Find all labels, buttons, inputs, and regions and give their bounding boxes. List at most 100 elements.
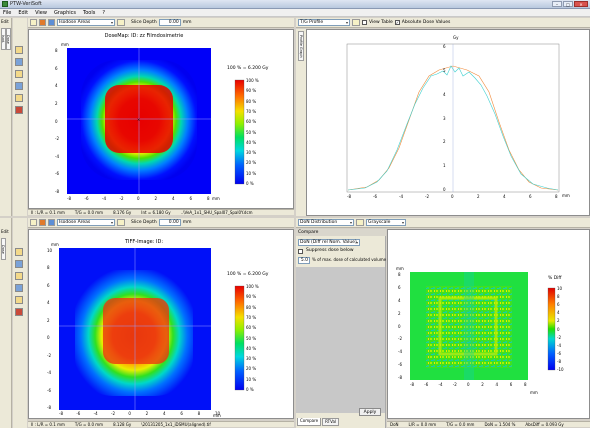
slice-depth-label-bottom: Slice Depth xyxy=(131,219,157,225)
display-mode-select[interactable]: Isodose Areas xyxy=(57,19,115,26)
tiff-colorbar-label: 100 % xyxy=(246,284,259,289)
tab-dose[interactable]: Dose xyxy=(6,28,11,50)
absolute-dose-checkbox[interactable] xyxy=(394,20,400,25)
import-bottom-icon[interactable] xyxy=(39,219,46,226)
tiff-status-dose: 8.128 Gy xyxy=(113,422,132,427)
edit-label-top: Edit xyxy=(1,19,9,24)
diff-colorbar-label: -8 xyxy=(557,358,561,364)
slice-depth-input-bottom[interactable]: 0.00 xyxy=(158,219,181,226)
profile-tool-icon[interactable] xyxy=(15,70,23,78)
diff-y-ticks: 8 6 4 2 0 -2 -4 -6 -8 xyxy=(398,272,408,380)
profile-y-unit: Gy xyxy=(453,35,459,40)
compare-tabs: Compare RTVal xyxy=(297,418,340,426)
menu-file[interactable]: File xyxy=(3,9,11,16)
diff-status-tg: T/G = 0.0 mm xyxy=(446,422,475,427)
profile-x-tick-label: 0 xyxy=(451,194,454,199)
diff-y-tick-label: -4 xyxy=(398,349,402,355)
compare-header: Compare xyxy=(296,229,386,236)
diff-x-tick-label: -2 xyxy=(452,382,457,387)
y-tick-label: -4 xyxy=(55,153,59,159)
menu-graphics[interactable]: Graphics xyxy=(54,9,76,16)
tab-rtval[interactable]: RTVal xyxy=(322,418,340,426)
edit-tool-bottom-icon[interactable] xyxy=(15,296,23,304)
align-tool-bottom-icon[interactable] xyxy=(15,284,23,292)
view-table-checkbox[interactable] xyxy=(362,20,367,25)
colorscale-select[interactable]: Grayscale xyxy=(366,219,406,226)
menu-view[interactable]: View xyxy=(35,9,47,16)
edit-tool-icon[interactable] xyxy=(15,94,23,102)
diff-colorbar-label: 2 xyxy=(557,318,560,324)
open-icon[interactable] xyxy=(30,19,37,26)
top-left-status: Il : L/R = 0.1 mm T/G = 0.0 mm 8.176 Gy … xyxy=(28,209,294,215)
tiff-y-ticks: 10 8 6 4 2 0 -2 -4 -6 -8 xyxy=(47,248,57,410)
maximize-button[interactable]: □ xyxy=(563,1,573,7)
profile-y-tick-label: 4 xyxy=(443,91,446,97)
colorbar-label: 20 % xyxy=(246,160,257,166)
status-resolution: Il : L/R = 0.1 mm xyxy=(31,210,65,215)
compare-settings-icon[interactable] xyxy=(356,219,364,226)
settings-icon[interactable] xyxy=(117,19,125,26)
suppress-checkbox[interactable] xyxy=(298,249,303,254)
close-button[interactable]: ✕ xyxy=(574,1,588,7)
tiff-colorbar-label: 40 % xyxy=(246,345,257,351)
profile-tool-bottom-icon[interactable] xyxy=(15,272,23,280)
profile-mode-select[interactable]: T/G Profile xyxy=(298,19,350,26)
save-bottom-icon[interactable] xyxy=(48,219,55,226)
minimize-button[interactable]: – xyxy=(552,1,562,7)
menu-tools[interactable]: Tools xyxy=(83,9,95,16)
suppress-value-input[interactable]: 5.0 xyxy=(298,257,310,264)
title-bar: PTW-VeriSoft – □ ✕ xyxy=(0,0,590,9)
tiff-x-tick-label: 2 xyxy=(145,411,149,416)
zoom-tool-icon[interactable] xyxy=(15,46,23,54)
profile-y-tick-label: 6 xyxy=(443,44,446,49)
zoom-tool-bottom-icon[interactable] xyxy=(15,248,23,256)
menu-edit[interactable]: Edit xyxy=(18,9,28,16)
x-tick-label: 2 xyxy=(154,196,158,201)
distribution-select[interactable]: DoN (Diff rel Nom. Value) xyxy=(298,239,360,246)
x-axis-unit: mm xyxy=(212,196,220,201)
measure-tool-icon[interactable] xyxy=(15,58,23,66)
diff-x-tick-label: -4 xyxy=(438,382,443,387)
slice-depth-input[interactable]: 0.00 xyxy=(158,19,181,26)
diff-y-tick-label: -8 xyxy=(398,375,402,380)
y-tick-label: -2 xyxy=(55,136,59,142)
absolute-dose-label: Absolute Dose Values xyxy=(401,19,451,25)
profile-x-ticks: -8 -6 -4 -2 0 2 4 6 8 xyxy=(347,194,559,200)
compare-mode-select[interactable]: DoN Distribution xyxy=(298,219,354,226)
apply-button[interactable]: Apply xyxy=(359,408,381,416)
tab-dose-bottom[interactable]: Dose xyxy=(1,238,6,260)
tiff-colorbar-label: 0 % xyxy=(246,387,254,392)
tiff-y-tick-label: 8 xyxy=(47,265,50,271)
tab-compare[interactable]: Compare xyxy=(297,418,322,426)
slice-depth-unit-bottom: mm xyxy=(182,219,192,225)
diff-y-tick-label: 4 xyxy=(398,297,401,303)
suppress-text: % of max. dose of calculated volume xyxy=(312,257,387,262)
save-icon[interactable] xyxy=(48,19,55,26)
profile-settings-icon[interactable] xyxy=(352,19,360,26)
diff-x-tick-label: 0 xyxy=(467,382,470,387)
diff-colorbar-label: -2 xyxy=(557,334,561,340)
open-bottom-icon[interactable] xyxy=(30,219,37,226)
profile-x-tick-label: -8 xyxy=(347,194,351,199)
tiff-colorbar-labels: 100 % 90 % 80 % 70 % 60 % 50 % 40 % 30 % 20 % 10 … xyxy=(246,284,266,392)
profile-y-tick-label: 3 xyxy=(443,115,446,121)
x-tick-label: 6 xyxy=(189,196,193,201)
display-mode-select-bottom[interactable]: Isodose Areas xyxy=(57,219,115,226)
align-tool-icon[interactable] xyxy=(15,82,23,90)
import-icon[interactable] xyxy=(39,19,46,26)
top-right-toolbar: T/G Profile View Table Absolute Dose Val… xyxy=(296,18,590,28)
menu-help[interactable]: ? xyxy=(102,9,105,16)
profile-graph-tab[interactable]: Profile Graph xyxy=(298,31,304,61)
colorbar-label: 70 % xyxy=(246,108,257,114)
measure-tool-bottom-icon[interactable] xyxy=(15,260,23,268)
delete-tool-bottom-icon[interactable] xyxy=(15,308,23,316)
colorbar-label: 30 % xyxy=(246,150,257,156)
app-icon xyxy=(2,1,8,7)
diff-y-tick-label: -2 xyxy=(398,336,402,342)
profile-side-strip: Profile Graph xyxy=(296,29,306,216)
settings-bottom-icon[interactable] xyxy=(117,219,125,226)
delete-tool-icon[interactable] xyxy=(15,106,23,114)
tiff-colorbar-label: 20 % xyxy=(246,366,257,372)
diff-colorbar-label: 10 xyxy=(557,286,563,291)
diff-status-absdiff: AbsDiff = 0.093 Gy xyxy=(525,422,564,427)
